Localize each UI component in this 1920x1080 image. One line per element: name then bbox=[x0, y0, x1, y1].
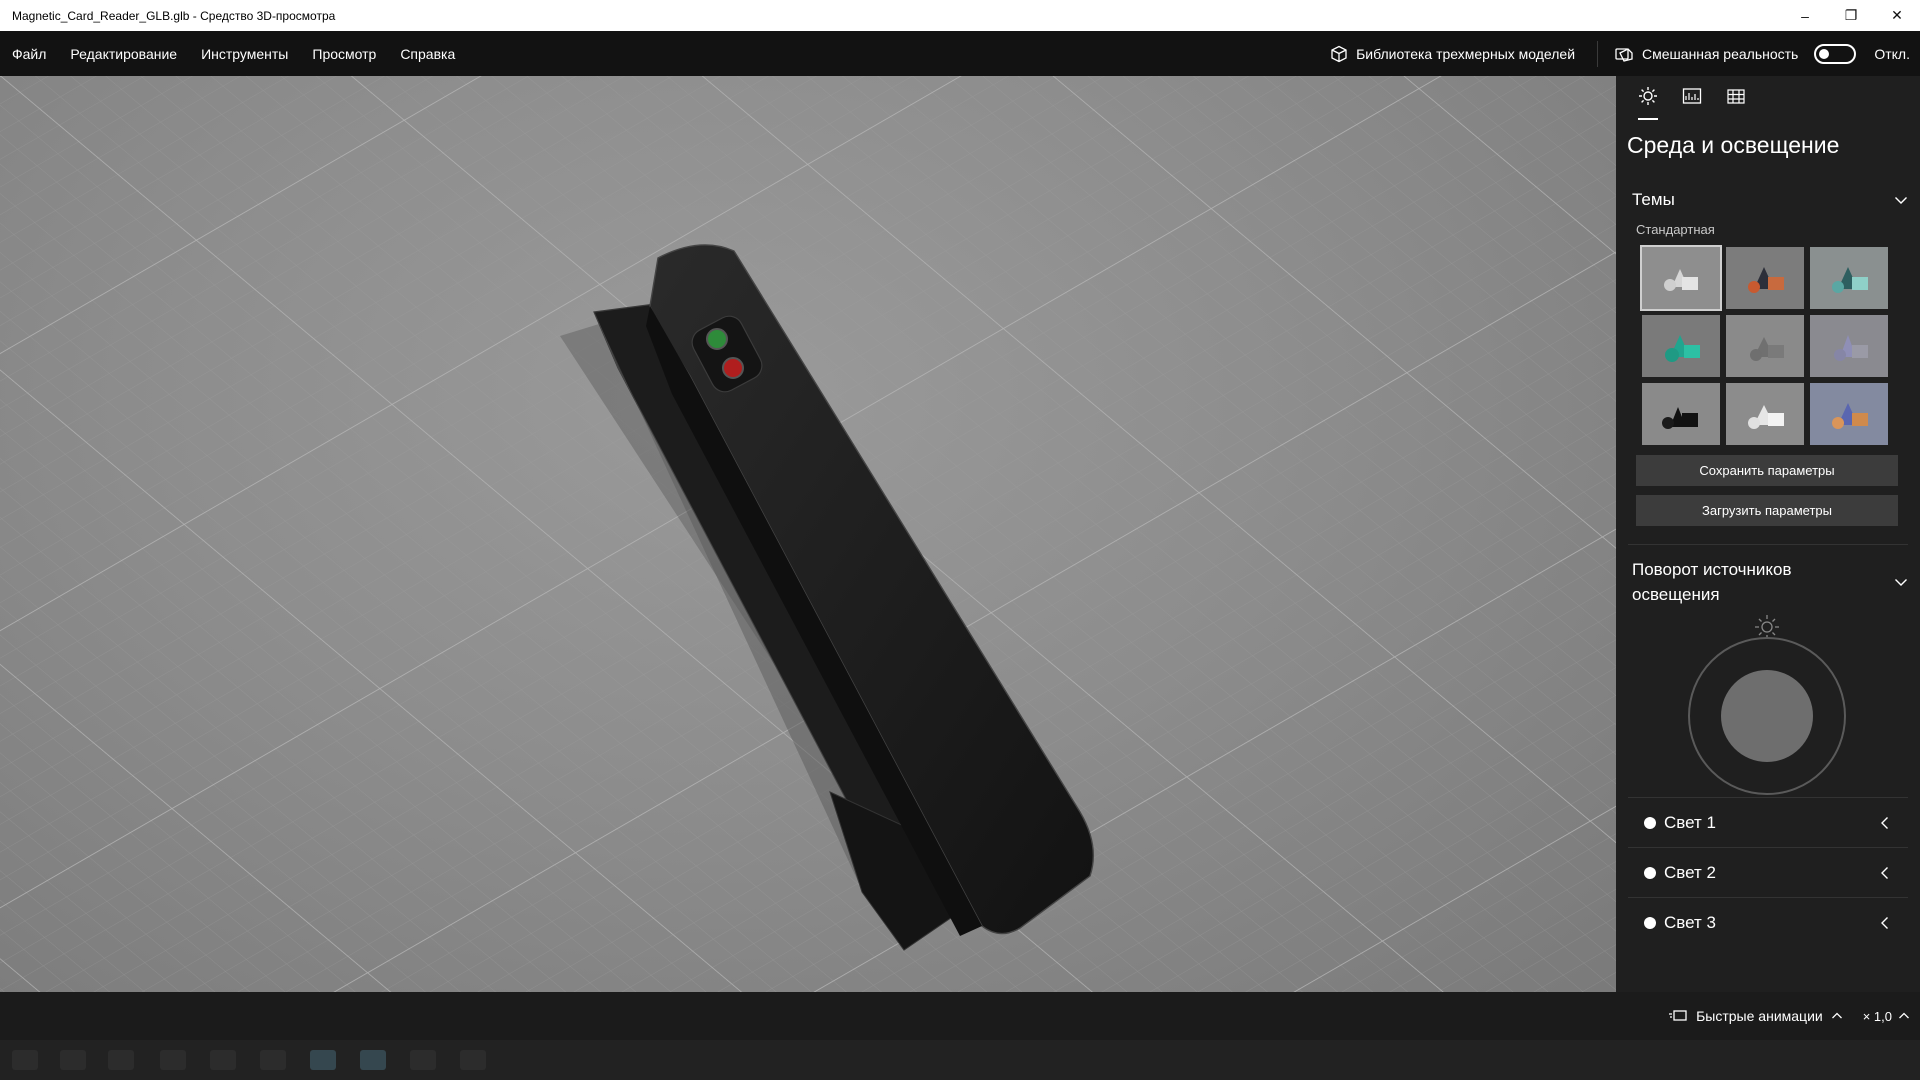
theme-preview-shapes bbox=[1750, 337, 1784, 361]
taskbar-icon[interactable] bbox=[210, 1050, 236, 1070]
theme-preview-shapes bbox=[1665, 335, 1700, 362]
theme-thumbnail[interactable] bbox=[1810, 315, 1888, 377]
panel-tabs bbox=[1616, 76, 1920, 122]
theme-thumbnail[interactable] bbox=[1810, 247, 1888, 309]
light-rotation-dial bbox=[1688, 615, 1846, 795]
taskbar-icon[interactable] bbox=[160, 1050, 186, 1070]
toggle-knob bbox=[1819, 48, 1830, 59]
light-label: Свет 1 bbox=[1664, 812, 1716, 832]
light-row[interactable]: Свет 1 bbox=[1628, 797, 1908, 847]
chevron-left-icon bbox=[1881, 866, 1888, 879]
light-color-dot bbox=[1644, 816, 1656, 829]
quick-animations-button[interactable]: Быстрые анимации bbox=[1668, 1008, 1863, 1024]
3d-library-button[interactable]: Библиотека трехмерных моделей bbox=[1308, 31, 1597, 76]
mixed-reality-group: Смешанная реальность Откл. bbox=[1598, 43, 1920, 64]
grid-icon bbox=[1727, 89, 1745, 104]
theme-thumbnail[interactable] bbox=[1640, 245, 1722, 311]
light-rotation-header[interactable]: Поворот источников освещения bbox=[1616, 545, 1920, 607]
theme-preview-shapes bbox=[1662, 407, 1698, 429]
theme-preview-shapes bbox=[1748, 267, 1784, 293]
theme-thumbnail[interactable] bbox=[1642, 315, 1720, 377]
tab-environment[interactable] bbox=[1626, 86, 1670, 120]
theme-thumbnail[interactable] bbox=[1726, 315, 1804, 377]
chevron-up-icon bbox=[1831, 1012, 1842, 1019]
taskbar-icon[interactable] bbox=[360, 1050, 386, 1070]
title-bar: Magnetic_Card_Reader_GLB.glb - Средство … bbox=[0, 0, 1920, 31]
menu-view[interactable]: Просмотр bbox=[300, 46, 388, 62]
themes-subgroup-label: Стандартная bbox=[1636, 222, 1715, 237]
maximize-button[interactable]: ❐ bbox=[1828, 0, 1874, 31]
minimize-button[interactable]: – bbox=[1782, 0, 1828, 31]
scene-svg bbox=[0, 76, 1616, 992]
tab-mesh[interactable] bbox=[1714, 86, 1758, 120]
led-green bbox=[706, 328, 728, 350]
status-bar: Быстрые анимации × 1,0 bbox=[0, 992, 1920, 1040]
playback-speed-button[interactable]: × 1,0 bbox=[1863, 1009, 1920, 1024]
theme-preview-shapes bbox=[1832, 267, 1868, 293]
menu-edit[interactable]: Редактирование bbox=[58, 46, 189, 62]
light-row[interactable]: Свет 3 bbox=[1628, 897, 1908, 947]
animation-icon bbox=[1669, 1010, 1687, 1021]
taskbar-icon[interactable] bbox=[310, 1050, 336, 1070]
sun-icon bbox=[1755, 615, 1779, 639]
light-label: Свет 3 bbox=[1664, 912, 1716, 932]
chevron-down-icon bbox=[1895, 197, 1907, 204]
cube-icon bbox=[1331, 45, 1347, 62]
theme-preview-shapes bbox=[1664, 269, 1698, 291]
quick-animations-label: Быстрые анимации bbox=[1696, 1008, 1823, 1024]
chevron-up-icon bbox=[1899, 1012, 1909, 1019]
chevron-left-icon bbox=[1881, 916, 1888, 929]
theme-preview-shapes bbox=[1834, 335, 1868, 361]
tab-statistics[interactable] bbox=[1670, 86, 1714, 120]
light-rotation-label-line2: освещения bbox=[1632, 585, 1720, 604]
light-rotation-label-line1: Поворот источников bbox=[1632, 560, 1792, 579]
save-settings-button[interactable]: Сохранить параметры bbox=[1636, 455, 1898, 486]
light-color-dot bbox=[1644, 916, 1656, 929]
window-title: Magnetic_Card_Reader_GLB.glb - Средство … bbox=[12, 8, 336, 23]
theme-thumbnail[interactable] bbox=[1642, 383, 1720, 445]
mixed-reality-toggle[interactable] bbox=[1814, 43, 1857, 64]
theme-thumbnail[interactable] bbox=[1726, 383, 1804, 445]
taskbar-icon[interactable] bbox=[60, 1050, 86, 1070]
light-rotation-label: Поворот источников освещения bbox=[1632, 557, 1792, 607]
sun-icon bbox=[1639, 87, 1657, 105]
menu-tools[interactable]: Инструменты bbox=[189, 46, 300, 62]
3d-viewport[interactable] bbox=[0, 76, 1616, 992]
themes-label: Темы bbox=[1632, 190, 1675, 209]
mixed-reality-label: Смешанная реальность bbox=[1642, 45, 1799, 62]
stats-icon bbox=[1682, 88, 1702, 104]
themes-header[interactable]: Темы bbox=[1616, 182, 1920, 218]
light-rotation-control[interactable] bbox=[1616, 607, 1920, 797]
menu-file[interactable]: Файл bbox=[0, 46, 58, 62]
environment-panel: Среда и освещение Темы Стандартная Сохра… bbox=[1616, 76, 1920, 992]
taskbar-icon[interactable] bbox=[12, 1050, 38, 1070]
taskbar-icon[interactable] bbox=[108, 1050, 134, 1070]
theme-thumbnail[interactable] bbox=[1726, 247, 1804, 309]
theme-thumbnail[interactable] bbox=[1810, 383, 1888, 445]
panel-title: Среда и освещение bbox=[1627, 132, 1840, 158]
toggle-state-label: Откл. bbox=[1874, 45, 1910, 62]
mixed-reality-icon bbox=[1615, 47, 1633, 62]
light-label: Свет 2 bbox=[1664, 862, 1716, 882]
taskbar-icon[interactable] bbox=[260, 1050, 286, 1070]
taskbar-icon[interactable] bbox=[410, 1050, 436, 1070]
chevron-left-icon bbox=[1881, 816, 1888, 829]
chevron-down-icon bbox=[1895, 579, 1907, 586]
taskbar bbox=[0, 1040, 1920, 1080]
light-color-dot bbox=[1644, 866, 1656, 879]
taskbar-icon[interactable] bbox=[460, 1050, 486, 1070]
close-button[interactable]: ✕ bbox=[1874, 0, 1920, 31]
3d-library-label: Библиотека трехмерных моделей bbox=[1356, 45, 1576, 62]
light-row[interactable]: Свет 2 bbox=[1628, 847, 1908, 897]
load-settings-button[interactable]: Загрузить параметры bbox=[1636, 495, 1898, 526]
theme-preview-shapes bbox=[1748, 405, 1784, 429]
theme-preview-shapes bbox=[1832, 403, 1868, 429]
led-red bbox=[722, 357, 744, 379]
menu-bar: Файл Редактирование Инструменты Просмотр… bbox=[0, 31, 1920, 76]
menu-help[interactable]: Справка bbox=[388, 46, 467, 62]
themes-grid bbox=[1616, 237, 1920, 445]
playback-speed-label: × 1,0 bbox=[1862, 1008, 1892, 1024]
